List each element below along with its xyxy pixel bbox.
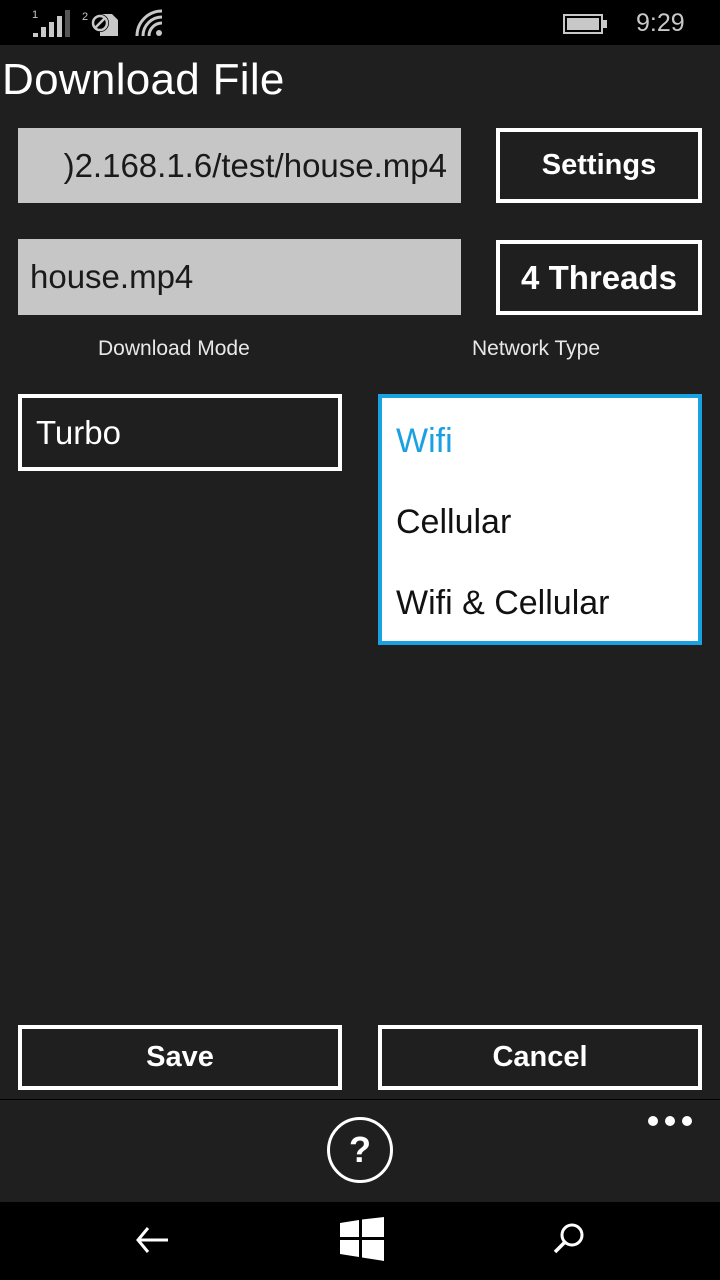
help-button[interactable]: ? (327, 1117, 393, 1183)
download-mode-value: Turbo (36, 413, 121, 451)
svg-text:1: 1 (32, 9, 38, 21)
app-bar: ? (0, 1099, 720, 1202)
svg-text:2: 2 (82, 11, 88, 23)
cancel-button[interactable]: Cancel (378, 1025, 702, 1090)
download-mode-label: Download Mode (98, 337, 250, 360)
back-icon[interactable] (134, 1222, 170, 1263)
battery-icon (563, 14, 609, 39)
help-icon: ? (349, 1129, 371, 1170)
more-dot (648, 1116, 658, 1126)
status-bar: 1 2 9:29 (0, 0, 720, 45)
url-input[interactable]: )2.168.1.6/test/house.mp4 (18, 128, 461, 203)
clock: 9:29 (636, 9, 685, 37)
settings-button[interactable]: Settings (496, 128, 702, 203)
filename-input-value: house.mp4 (30, 258, 194, 295)
system-nav-bar (0, 1202, 720, 1280)
sim2-no-service-icon: 2 (82, 8, 122, 43)
more-dot (665, 1116, 675, 1126)
network-option-cellular[interactable]: Cellular (396, 503, 511, 542)
filename-input[interactable]: house.mp4 (18, 239, 461, 315)
more-dot (682, 1116, 692, 1126)
network-type-list[interactable]: Wifi Cellular Wifi & Cellular (378, 394, 702, 645)
threads-button[interactable]: 4 Threads (496, 240, 702, 315)
network-type-label: Network Type (472, 337, 600, 360)
signal-strength-icon: 1 (32, 8, 76, 43)
wifi-icon (134, 8, 164, 43)
network-option-wifi-cellular[interactable]: Wifi & Cellular (396, 584, 609, 623)
network-option-wifi[interactable]: Wifi (396, 422, 453, 461)
windows-start-icon[interactable] (339, 1217, 385, 1266)
download-mode-select[interactable]: Turbo (18, 394, 342, 471)
more-icon[interactable] (648, 1108, 692, 1134)
page-title: Download File (2, 55, 285, 104)
url-input-value: )2.168.1.6/test/house.mp4 (63, 146, 447, 184)
search-icon[interactable] (551, 1220, 587, 1261)
save-button[interactable]: Save (18, 1025, 342, 1090)
